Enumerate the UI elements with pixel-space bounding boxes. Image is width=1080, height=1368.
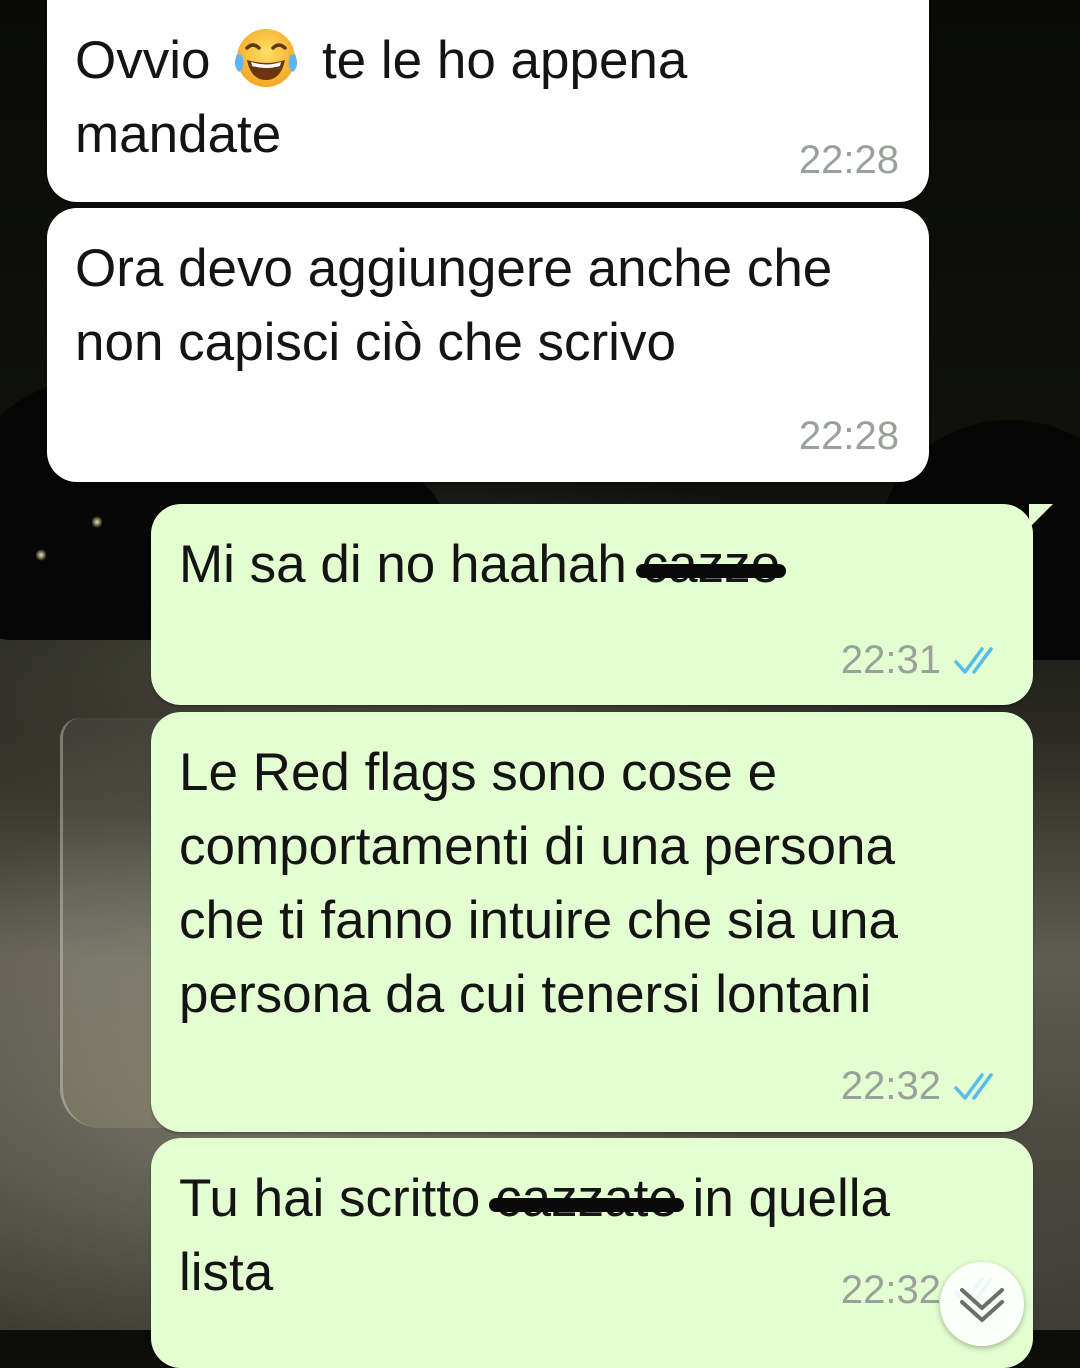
message-meta: 22:32 [841, 1064, 1003, 1109]
read-double-check-icon [954, 646, 993, 674]
message-text: Ovvio te le ho appena mandate [75, 22, 901, 172]
message-meta: 22:28 [799, 138, 899, 183]
read-double-check-icon [954, 1072, 993, 1100]
message-meta: 22:31 [841, 638, 1003, 683]
message-bubble-incoming[interactable]: Ovvio te le ho appena mandate 22:28 [47, 0, 929, 202]
message-timestamp: 22:31 [840, 638, 941, 682]
message-bubble-outgoing[interactable]: Mi sa di no haahah cazzo 22:31 [151, 504, 1053, 705]
message-text: Ora devo aggiungere anche che non capisc… [75, 239, 833, 372]
message-text-part: Tu hai scritto [179, 1169, 481, 1228]
message-timestamp: 22:32 [840, 1064, 941, 1108]
censored-word: cazzo [635, 528, 787, 602]
scroll-to-bottom-button[interactable] [940, 1262, 1024, 1346]
message-bubble-outgoing[interactable]: Le Red flags sono cose e comportamenti d… [151, 712, 1033, 1132]
message-text: Tu hai scritto cazzate in quella lista [179, 1162, 893, 1310]
tears-of-joy-emoji [235, 29, 298, 87]
message-bubble-outgoing[interactable]: Tu hai scritto cazzate in quella lista 2… [151, 1138, 1033, 1368]
message-text-part: Mi sa di no haahah [179, 535, 627, 594]
message-bubble-incoming[interactable]: Ora devo aggiungere anche che non capisc… [47, 208, 929, 482]
message-meta: 22:28 [799, 414, 899, 459]
censored-word: cazzate [489, 1162, 684, 1236]
message-timestamp: 22:28 [798, 138, 899, 182]
message-timestamp: 22:32 [840, 1268, 941, 1312]
message-text-part: Ovvio [75, 31, 211, 90]
message-text: Le Red flags sono cose e comportamenti d… [179, 743, 898, 1024]
message-timestamp: 22:28 [798, 414, 899, 458]
chevron-down-icon [960, 1288, 1004, 1322]
message-text: Mi sa di no haahah cazzo [179, 528, 1005, 602]
